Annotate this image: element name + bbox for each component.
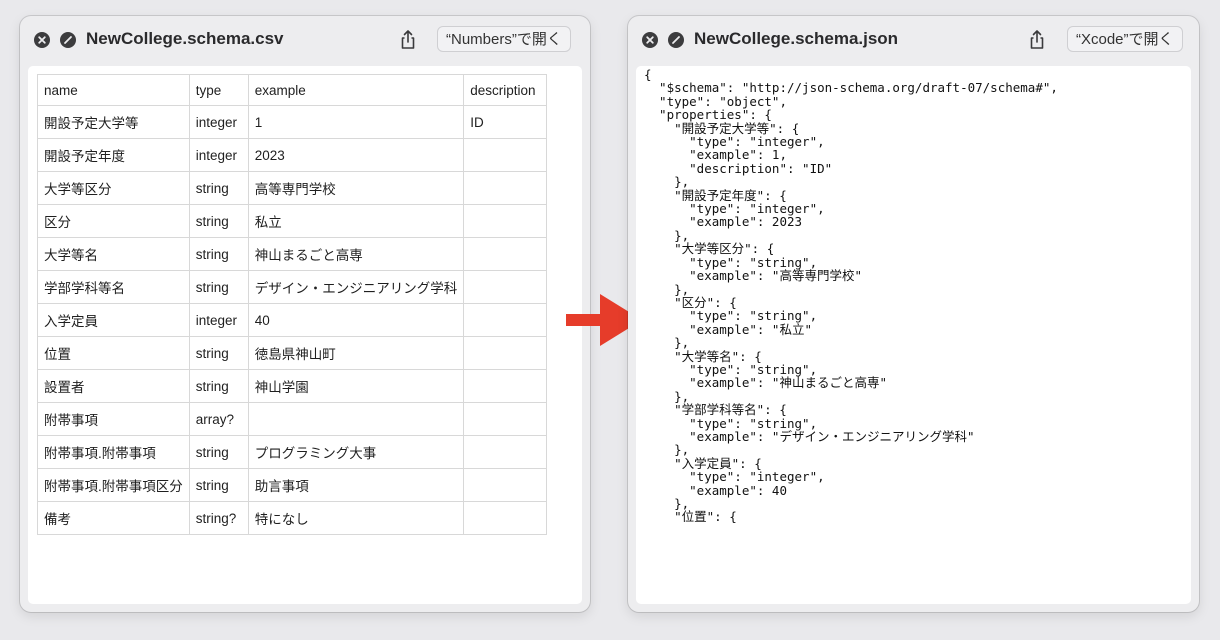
minimize-icon[interactable] xyxy=(60,32,76,48)
table-cell: 神山まるごと高専 xyxy=(247,237,465,271)
json-code: { "$schema": "http://json-schema.org/dra… xyxy=(644,68,1058,524)
window-title: NewCollege.schema.json xyxy=(694,29,899,48)
json-quicklook-window: NewCollege.schema.json “Xcode”で開く { "$sc… xyxy=(628,16,1199,612)
close-icon[interactable] xyxy=(642,32,658,48)
table-row: 区分 string 私立 xyxy=(37,204,548,238)
table-cell: 特になし xyxy=(247,501,465,535)
table-cell xyxy=(463,237,548,271)
table-row: 附帯事項.附帯事項 string プログラミング大事 xyxy=(37,435,548,469)
table-cell: 私立 xyxy=(247,204,465,238)
table-cell: 附帯事項.附帯事項区分 xyxy=(37,468,190,502)
table-cell: デザイン・エンジニアリング学科 xyxy=(247,270,465,304)
table-cell: 位置 xyxy=(37,336,190,370)
table-cell: array? xyxy=(188,402,249,436)
table-row: 位置 string 徳島県神山町 xyxy=(37,336,548,370)
table-row: 大学等名 string 神山まるごと高専 xyxy=(37,237,548,271)
table-cell: 2023 xyxy=(247,138,465,172)
table-row: 附帯事項 array? xyxy=(37,402,548,436)
table-cell: string xyxy=(188,369,249,403)
table-row: 学部学科等名 string デザイン・エンジニアリング学科 xyxy=(37,270,548,304)
table-row: 開設予定年度 integer 2023 xyxy=(37,138,548,172)
table-cell: string xyxy=(188,468,249,502)
table-cell: string xyxy=(188,270,249,304)
table-cell: integer xyxy=(188,105,249,139)
table-cell xyxy=(463,468,548,502)
table-cell xyxy=(463,336,548,370)
table-cell: 入学定員 xyxy=(37,303,190,337)
table-cell: 学部学科等名 xyxy=(37,270,190,304)
share-icon[interactable] xyxy=(395,27,421,53)
table-cell xyxy=(463,171,548,205)
column-header: description xyxy=(463,74,548,106)
table-cell: 大学等名 xyxy=(37,237,190,271)
table-cell: 開設予定年度 xyxy=(37,138,190,172)
table-cell: 備考 xyxy=(37,501,190,535)
table-cell: 附帯事項.附帯事項 xyxy=(37,435,190,469)
table-cell: 徳島県神山町 xyxy=(247,336,465,370)
minimize-icon[interactable] xyxy=(668,32,684,48)
close-icon[interactable] xyxy=(34,32,50,48)
table-cell: 大学等区分 xyxy=(37,171,190,205)
table-cell xyxy=(463,369,548,403)
table-cell: 40 xyxy=(247,303,465,337)
table-cell: string xyxy=(188,171,249,205)
table-cell: string xyxy=(188,435,249,469)
open-with-xcode-button[interactable]: “Xcode”で開く xyxy=(1067,26,1183,52)
window-title: NewCollege.schema.csv xyxy=(86,29,284,48)
column-header: name xyxy=(37,74,190,106)
titlebar: NewCollege.schema.csv “Numbers”で開く xyxy=(20,16,590,64)
titlebar: NewCollege.schema.json “Xcode”で開く xyxy=(628,16,1199,64)
csv-quicklook-window: NewCollege.schema.csv “Numbers”で開く name t… xyxy=(20,16,590,612)
table-cell: 助言事項 xyxy=(247,468,465,502)
table-cell: プログラミング大事 xyxy=(247,435,465,469)
table-cell: string? xyxy=(188,501,249,535)
table-row: 開設予定大学等 integer 1 ID xyxy=(37,105,548,139)
table-cell xyxy=(463,435,548,469)
table-cell: ID xyxy=(463,105,548,139)
code-line: "位置": { xyxy=(644,509,737,525)
column-header: type xyxy=(188,74,249,106)
table-cell xyxy=(463,204,548,238)
table-cell: integer xyxy=(188,303,249,337)
table-cell: integer xyxy=(188,138,249,172)
share-icon[interactable] xyxy=(1024,27,1050,53)
table-cell: 開設予定大学等 xyxy=(37,105,190,139)
column-header: example xyxy=(247,74,465,106)
json-preview: { "$schema": "http://json-schema.org/dra… xyxy=(636,66,1191,604)
table-cell: 神山学園 xyxy=(247,369,465,403)
csv-table: name type example description 開設予定大学等 integer… xyxy=(37,74,548,535)
table-row: 大学等区分 string 高等専門学校 xyxy=(37,171,548,205)
table-header-row: name type example description xyxy=(37,74,548,106)
table-cell xyxy=(463,138,548,172)
table-cell: string xyxy=(188,204,249,238)
csv-preview: name type example description 開設予定大学等 integer… xyxy=(28,66,582,604)
table-cell xyxy=(247,402,465,436)
table-cell xyxy=(463,402,548,436)
table-cell: string xyxy=(188,336,249,370)
table-cell xyxy=(463,303,548,337)
table-row: 備考 string? 特になし xyxy=(37,501,548,535)
table-cell xyxy=(463,270,548,304)
table-cell: 高等専門学校 xyxy=(247,171,465,205)
code-line: "example": "デザイン・エンジニアリング学科" xyxy=(644,428,975,444)
table-cell: string xyxy=(188,237,249,271)
table-cell: 設置者 xyxy=(37,369,190,403)
open-with-numbers-button[interactable]: “Numbers”で開く xyxy=(437,26,571,52)
table-row: 設置者 string 神山学園 xyxy=(37,369,548,403)
table-cell: 1 xyxy=(247,105,465,139)
table-row: 附帯事項.附帯事項区分 string 助言事項 xyxy=(37,468,548,502)
table-cell: 附帯事項 xyxy=(37,402,190,436)
table-cell xyxy=(463,501,548,535)
table-row: 入学定員 integer 40 xyxy=(37,303,548,337)
table-cell: 区分 xyxy=(37,204,190,238)
